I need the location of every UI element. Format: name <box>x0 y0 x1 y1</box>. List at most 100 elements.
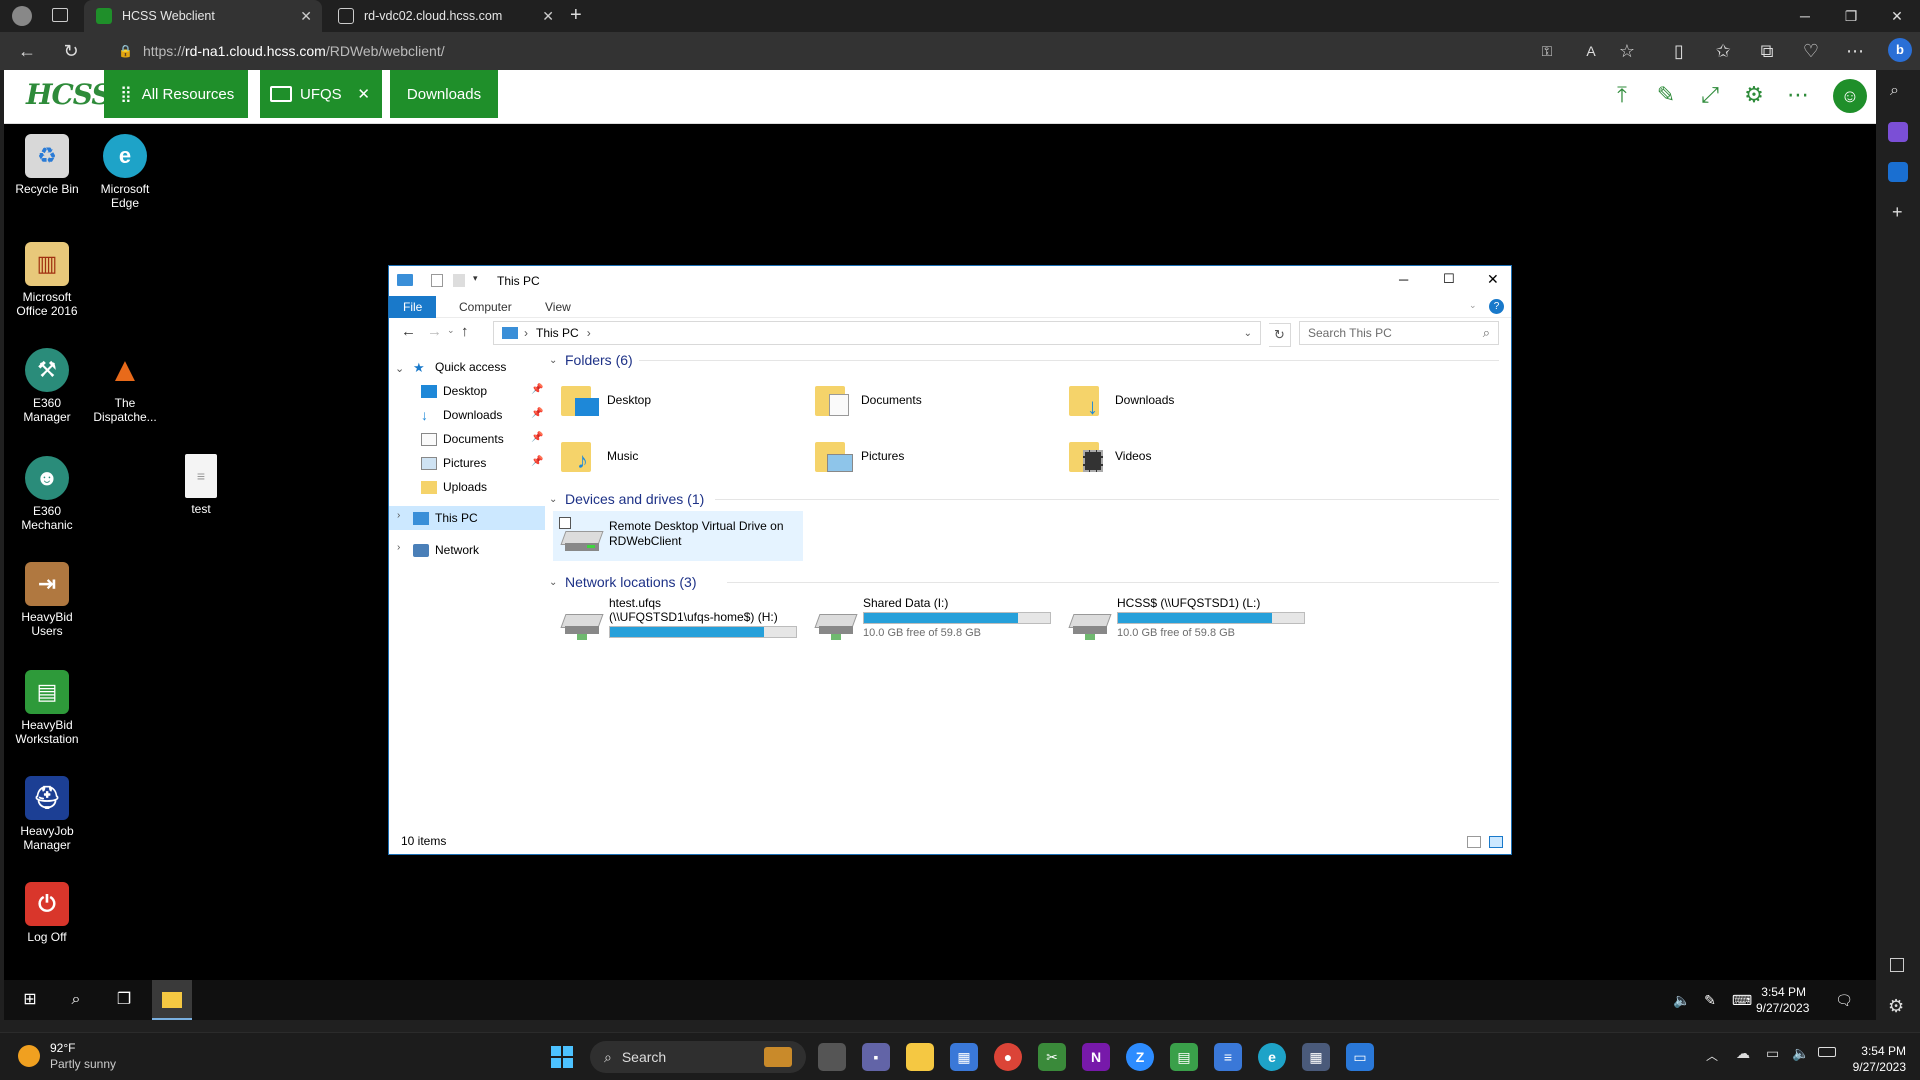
onedrive-icon[interactable]: ☁ <box>1736 1045 1750 1062</box>
teams-chat-icon[interactable]: ▪ <box>862 1043 890 1071</box>
new-folder-icon[interactable] <box>453 274 465 287</box>
desktop-icon-heavybid-users[interactable]: ⇥ HeavyBid Users <box>8 562 86 638</box>
pin-icon[interactable]: 📌 <box>531 408 543 419</box>
add-icon[interactable]: + <box>1892 202 1903 223</box>
nav-item-documents[interactable]: Documents <box>421 428 504 450</box>
system-clock[interactable]: 3:54 PM 9/27/2023 <box>1840 1043 1906 1075</box>
restore-icon[interactable]: ❐ <box>1828 0 1874 32</box>
details-view-icon[interactable] <box>1467 836 1481 848</box>
zoom-icon[interactable]: Z <box>1126 1043 1154 1071</box>
forward-icon[interactable]: → <box>427 323 442 340</box>
folder-item-desktop[interactable]: Desktop <box>561 380 801 420</box>
settings-gear-icon[interactable]: ⚙ <box>1741 82 1767 108</box>
up-icon[interactable]: ↑ <box>461 323 469 340</box>
group-header-folders[interactable]: ⌄ Folders (6) <box>549 350 633 370</box>
folder-item-documents[interactable]: Documents <box>815 380 1055 420</box>
minimize-icon[interactable]: ─ <box>1782 0 1828 32</box>
tab-rd-vdc02[interactable]: rd-vdc02.cloud.hcss.com ✕ <box>326 0 564 32</box>
back-icon[interactable]: ← <box>16 40 38 62</box>
chrome-icon[interactable]: ● <box>994 1043 1022 1071</box>
sidebar-toggle-icon[interactable] <box>1890 958 1904 972</box>
close-ufqs-icon[interactable]: ✕ <box>357 85 370 103</box>
refresh-icon[interactable]: ↻ <box>1269 323 1291 347</box>
remote-desktop-icon[interactable]: ▭ <box>1346 1043 1374 1071</box>
search-input[interactable]: Search This PC ⌕ <box>1299 321 1499 345</box>
expand-network-icon[interactable]: › <box>397 542 400 553</box>
nav-item-uploads[interactable]: Uploads <box>421 476 487 498</box>
tools-icon[interactable] <box>1888 122 1908 142</box>
read-aloud-icon[interactable]: A <box>1580 40 1602 62</box>
device-item-rd-virtual-drive[interactable]: Remote Desktop Virtual Drive on RDWebCli… <box>553 511 803 561</box>
group-header-network[interactable]: ⌄ Network locations (3) <box>549 572 697 592</box>
split-screen-icon[interactable]: ▯ <box>1668 40 1690 62</box>
notepad-icon[interactable]: ≡ <box>1214 1043 1242 1071</box>
nav-item-pictures[interactable]: Pictures <box>421 452 486 474</box>
desktop-icon-e360-mechanic[interactable]: ☻ E360 Mechanic <box>8 456 86 532</box>
path-dropdown-icon[interactable]: ⌄ <box>1244 328 1252 339</box>
settings-icon[interactable]: ⚙ <box>1888 996 1904 1017</box>
desktop-icon-recycle-bin[interactable]: ♻ Recycle Bin <box>8 134 86 196</box>
favorite-star-icon[interactable]: ☆ <box>1616 40 1638 62</box>
task-view-icon[interactable]: ❐ <box>112 988 136 1012</box>
pin-icon[interactable]: 📌 <box>531 384 543 395</box>
outlook-icon[interactable] <box>1888 162 1908 182</box>
ufqs-tab[interactable]: UFQS ✕ <box>260 70 382 118</box>
nav-network[interactable]: Network <box>413 539 479 561</box>
user-account-icon[interactable]: ☺ <box>1833 79 1867 113</box>
network-location-l[interactable]: HCSS$ (\\UFQSTSD1) (L:) 10.0 GB free of … <box>1061 594 1313 646</box>
pin-icon[interactable]: ✎ <box>1653 82 1679 108</box>
nav-this-pc[interactable]: This PC <box>413 507 478 529</box>
group-header-devices[interactable]: ⌄ Devices and drives (1) <box>549 489 704 509</box>
start-icon[interactable]: ⊞ <box>18 988 42 1012</box>
back-icon[interactable]: ← <box>401 323 416 340</box>
desktop-icon-dispatcher[interactable]: ▲ The Dispatche... <box>86 348 164 424</box>
collapse-quick-access-icon[interactable]: ⌄ <box>395 362 404 375</box>
close-window-icon[interactable]: ✕ <box>1874 0 1920 32</box>
search-icon[interactable]: ⌕ <box>1890 82 1899 100</box>
path-segment[interactable]: This PC <box>536 326 579 340</box>
folder-item-pictures[interactable]: Pictures <box>815 436 1055 476</box>
browser-essentials-icon[interactable]: ♡ <box>1800 40 1822 62</box>
expand-this-pc-icon[interactable]: › <box>397 510 400 521</box>
bing-copilot-icon[interactable]: b <box>1888 38 1912 62</box>
taskbar-search[interactable]: ⌕ Search <box>590 1041 806 1073</box>
quick-access-dropdown-icon[interactable]: ▾ <box>473 273 478 284</box>
tab-file[interactable]: File <box>389 296 437 318</box>
weather-widget[interactable]: 92°F Partly sunny <box>18 1041 138 1073</box>
volume-icon[interactable]: 🔈 <box>1670 988 1694 1012</box>
path-bar[interactable]: › This PC › ⌄ <box>493 321 1261 345</box>
windows-start-icon[interactable] <box>548 1043 576 1071</box>
battery-icon[interactable] <box>1818 1047 1836 1057</box>
green-app-icon[interactable]: ▤ <box>1170 1043 1198 1071</box>
file-explorer-taskbar-button[interactable] <box>152 980 192 1020</box>
more-icon[interactable]: ⋯ <box>1785 82 1811 108</box>
recent-locations-icon[interactable]: ⌄ <box>447 325 455 336</box>
pin-icon[interactable]: 📌 <box>531 432 543 443</box>
desktop-icon-e360-manager[interactable]: ⚒ E360 Manager <box>8 348 86 424</box>
help-icon[interactable]: ? <box>1489 299 1504 314</box>
desktop-icon-test[interactable]: ≡ test <box>162 454 240 516</box>
desktop-icon-log-off[interactable]: ⏻ Log Off <box>8 882 86 944</box>
refresh-icon[interactable]: ↻ <box>60 40 82 62</box>
close-icon[interactable]: ✕ <box>1487 271 1499 288</box>
properties-icon[interactable] <box>431 274 443 287</box>
network-location-i[interactable]: Shared Data (I:) 10.0 GB free of 59.8 GB <box>807 594 1059 646</box>
desktop-icon-office[interactable]: ▥ Microsoft Office 2016 <box>8 242 86 318</box>
minimize-icon[interactable]: ─ <box>1399 272 1408 287</box>
nav-quick-access[interactable]: ★ Quick access <box>413 356 506 378</box>
notifications-icon[interactable]: 🗨 <box>1832 988 1856 1012</box>
collections-icon[interactable]: ⧉ <box>1756 40 1778 62</box>
search-icon[interactable]: ⌕ <box>64 988 88 1012</box>
remote-clock[interactable]: 3:54 PM 9/27/2023 <box>1756 984 1809 1016</box>
tab-computer[interactable]: Computer <box>445 296 526 318</box>
nav-item-desktop[interactable]: Desktop <box>421 380 487 402</box>
url-field[interactable]: 🔒 https://rd-na1.cloud.hcss.com/RDWeb/we… <box>110 37 1530 65</box>
microsoft-store-icon[interactable]: ▦ <box>950 1043 978 1071</box>
app-available-icon[interactable]: ⚿ <box>1536 40 1558 62</box>
desktop-icon-heavyjob-manager[interactable]: ⛑ HeavyJob Manager <box>8 776 86 852</box>
expand-ribbon-icon[interactable]: ⌄ <box>1469 300 1477 311</box>
tab-actions-icon[interactable] <box>52 8 68 22</box>
new-tab-icon[interactable]: + <box>570 4 582 27</box>
fullscreen-icon[interactable]: ⤢ <box>1697 82 1723 108</box>
edge-taskbar-icon[interactable]: e <box>1258 1043 1286 1071</box>
